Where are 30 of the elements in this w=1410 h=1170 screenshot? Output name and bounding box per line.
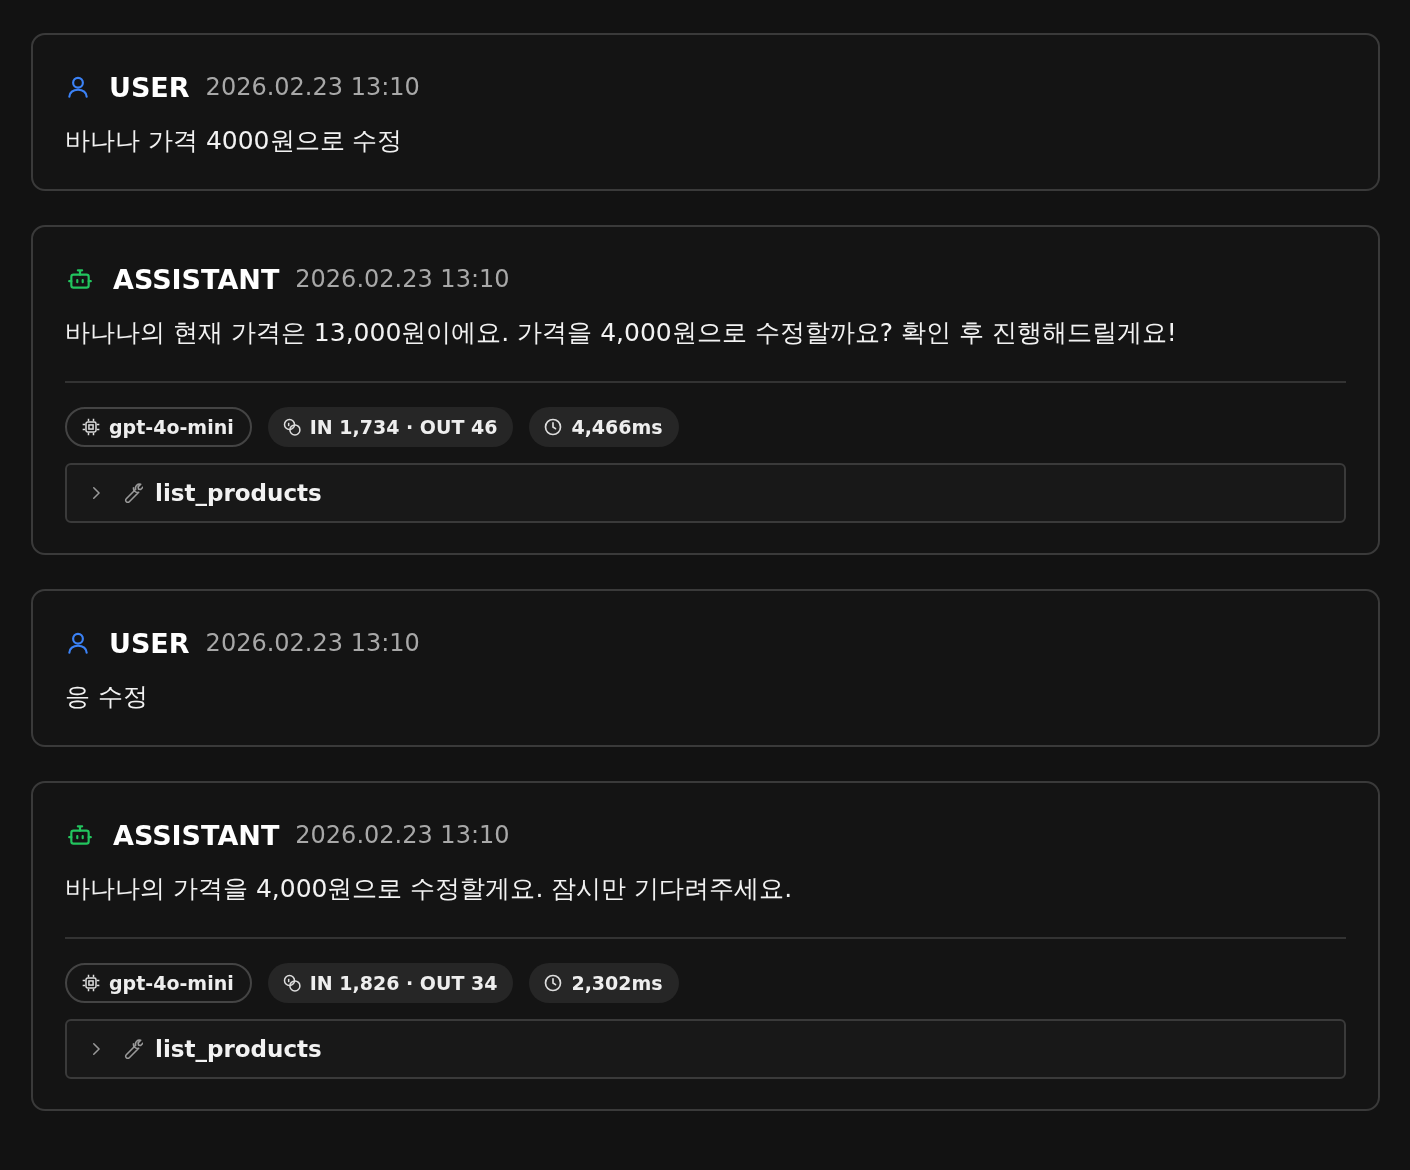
person-icon — [65, 630, 91, 656]
person-icon — [65, 74, 91, 100]
coins-icon — [281, 417, 302, 437]
message-text: 바나나의 가격을 4,000원으로 수정할게요. 잠시만 기다려주세요. — [65, 873, 794, 905]
timestamp: 2026.02.23 13:10 — [205, 629, 420, 657]
token-badge: IN 1,734 · OUT 46 — [267, 407, 514, 447]
model-badge: gpt-4o-mini — [65, 407, 252, 447]
chip-icon — [81, 417, 101, 437]
message-text: 바나나 가격 4000원으로 수정 — [65, 125, 404, 157]
message-text: 바나나의 현재 가격은 13,000원이에요. 가격을 4,000원으로 수정할까요? 확인 후 진행해드릴게요! — [65, 317, 1178, 349]
message-text: 응 수정 — [65, 681, 149, 713]
role-label: USER — [109, 627, 190, 659]
clock-icon — [543, 973, 564, 993]
timestamp: 2026.02.23 13:10 — [205, 73, 420, 101]
tool-call-row[interactable]: list_products — [65, 1019, 1346, 1079]
role-label: ASSISTANT — [113, 819, 280, 851]
tool-call-row[interactable]: list_products — [65, 463, 1346, 523]
coins-icon — [281, 973, 302, 993]
chip-icon — [81, 973, 101, 993]
role-label: ASSISTANT — [113, 263, 280, 295]
robot-icon — [65, 266, 95, 292]
robot-icon — [65, 822, 95, 848]
duration-badge: 4,466ms — [529, 407, 679, 447]
model-badge: gpt-4o-mini — [65, 963, 252, 1003]
duration-badge: 2,302ms — [529, 963, 679, 1003]
timestamp: 2026.02.23 13:10 — [295, 821, 510, 849]
clock-icon — [543, 417, 564, 437]
role-label: USER — [109, 71, 190, 103]
timestamp: 2026.02.23 13:10 — [295, 265, 510, 293]
token-badge: IN 1,826 · OUT 34 — [267, 963, 514, 1003]
